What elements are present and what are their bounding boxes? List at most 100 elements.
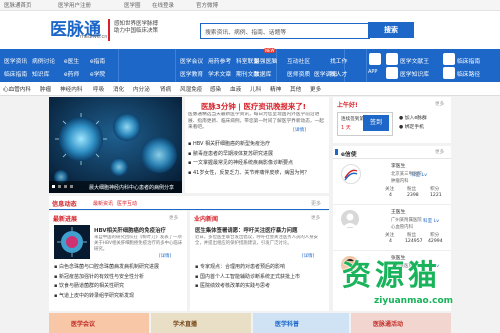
- nav-item-qualification[interactable]: 医师资质: [287, 69, 310, 78]
- search-button[interactable]: 搜索: [368, 22, 414, 38]
- latest-more-link[interactable]: 更多: [169, 215, 178, 221]
- bottom-banner[interactable]: 医学会议: [49, 313, 149, 333]
- search-input[interactable]: 搜索资讯、病例、指南、话题等: [200, 23, 370, 39]
- bottom-banner[interactable]: 医学科普: [253, 313, 349, 333]
- app-guide-icon[interactable]: [443, 53, 455, 65]
- nav-item-find-talent[interactable]: 找人才: [330, 69, 347, 78]
- hero-dot-2[interactable]: [58, 185, 61, 188]
- topbar-link-login[interactable]: 在线登录: [152, 1, 174, 9]
- nav-item-eguide[interactable]: e指南: [90, 56, 105, 65]
- nav-item-edoctor[interactable]: e医生: [64, 56, 79, 65]
- bind-phone-link[interactable]: ● 绑定手机: [399, 123, 427, 132]
- app-literature-icon[interactable]: [386, 53, 398, 65]
- latest-article-title[interactable]: HBV相关肝细胞癌的免疫治疗: [94, 226, 184, 234]
- latest-bullet-item[interactable]: ▪ 饮食与肠道菌群的相关性研究: [54, 282, 184, 292]
- industry-more-link[interactable]: 更多: [311, 215, 320, 221]
- latest-article-link[interactable]: [详情]: [159, 253, 171, 259]
- nav-item-database[interactable]: 数据库: [254, 69, 271, 78]
- cat-digestive[interactable]: 消化: [113, 85, 124, 93]
- hero-dot-3[interactable]: [64, 185, 67, 188]
- hero-dot-1[interactable]: [52, 185, 55, 188]
- cat-other[interactable]: 其他: [290, 85, 301, 93]
- cat-hematology[interactable]: 血液: [230, 85, 241, 93]
- nav-item-news[interactable]: 医学资讯: [4, 56, 27, 65]
- latest-bullet-item[interactable]: ▪ 气道上皮中的转录组学研究新发现: [54, 292, 184, 302]
- cat-neurology[interactable]: 神经内科: [60, 85, 82, 93]
- topbar-link-register[interactable]: 医学用户注册: [58, 1, 91, 9]
- hero-caption[interactable]: 晨大细胞神经内科中心患者的病例分享: [89, 184, 174, 191]
- industry-bullet-item[interactable]: ▪ 医院绩效考核改革的实践与思考: [195, 282, 325, 292]
- join-group-link[interactable]: ● 加入e脉群: [399, 114, 427, 123]
- feature-detail-link[interactable]: [详情]: [293, 127, 306, 133]
- topbar-link-home[interactable]: 医脉通首页: [4, 1, 32, 9]
- feature-bullet-item[interactable]: ▪ HBV 相关肝细胞癌的新型免疫治疗: [188, 140, 328, 150]
- latest-bullet-list: ▪ 白色念珠菌与口腔念珠菌病发病机制研究进展 ▪ 新冠疫苗加强针的有效性与安全性…: [54, 263, 184, 301]
- cat-infection[interactable]: 感染: [210, 85, 221, 93]
- tab-info-dynamics[interactable]: 信息动态: [52, 199, 77, 208]
- nav-item-clinical-guide[interactable]: 临床指南: [457, 56, 480, 65]
- nav-item-ecollege[interactable]: e学院: [90, 69, 105, 78]
- nav-item-education[interactable]: 医学教育: [180, 69, 203, 78]
- hero-slideshow[interactable]: 晨大细胞神经内科中心患者的病例分享: [49, 97, 182, 193]
- cat-nephrology[interactable]: 肾病: [160, 85, 171, 93]
- industry-article-title[interactable]: 医生集体签署请愿：呼吁关注医疗暴力问题: [195, 226, 325, 234]
- tab-latest-news[interactable]: 最新资讯: [93, 200, 113, 207]
- site-logo[interactable]: 医脉通 medlive.cn: [50, 15, 107, 40]
- latest-progress-title: 最新进展: [53, 216, 78, 223]
- nav-item-medical-kb[interactable]: 医学知识库: [400, 69, 429, 78]
- nav-group-jobs: 找工作 找人才: [326, 49, 367, 82]
- nav-item-epharm[interactable]: e药师: [64, 69, 79, 78]
- doctor-card[interactable]: 张医生 上海某医院 科室 Lv: [333, 251, 451, 311]
- nav-item-literature-king[interactable]: 医学文献王: [400, 56, 429, 65]
- feature-bullet-item[interactable]: ▪ 41岁女性，反复乏力、关节疼痛伴皮疹，病因为何？: [188, 169, 328, 179]
- doctor-name[interactable]: 王医生: [391, 208, 405, 215]
- cat-psychiatry[interactable]: 精神: [270, 85, 281, 93]
- edoctor-more-link[interactable]: 更多: [435, 149, 444, 155]
- signin-button[interactable]: 签到: [363, 115, 389, 131]
- cat-more[interactable]: 更多: [310, 85, 321, 93]
- nav-item-find-job[interactable]: 找工作: [330, 56, 347, 65]
- app-pathway-icon[interactable]: [443, 67, 455, 79]
- nav-item-dept-link[interactable]: 最强医脑: [254, 56, 277, 65]
- doctor-stat-label: 粉丝: [407, 233, 417, 238]
- doctor-card[interactable]: 王医生 科室 Lv 广州某附属医院 心血管内科 关注 粉丝 积分 4 12495…: [333, 205, 451, 251]
- doctor-stat-label: 关注: [385, 233, 395, 238]
- cat-endocrine[interactable]: 内分泌: [133, 85, 150, 93]
- feature-bullet-item[interactable]: ▪ 一文掌握最常见的神经系统疾病影像诊断要点: [188, 159, 328, 169]
- app-icon[interactable]: [369, 53, 381, 65]
- topbar-link-circle[interactable]: 医学圈: [124, 1, 141, 9]
- nav-item-knowledge[interactable]: 知识库: [32, 69, 49, 78]
- feature-bullet-item[interactable]: ▪ 脓毒症患者的早期液体复苏研究进展: [188, 150, 328, 160]
- tab-medical-interaction[interactable]: 医学互动: [117, 200, 137, 207]
- hero-dot-4[interactable]: [70, 185, 73, 188]
- main-navigation: 医学资讯 病例讨论 临床指南 知识库 e医生 e指南 e药师 e学院 医学会议 …: [0, 48, 500, 82]
- cat-cardiology[interactable]: 心血管内科: [3, 85, 31, 93]
- nav-item-meetings[interactable]: 医学会议: [180, 56, 203, 65]
- nav-item-cases[interactable]: 病例讨论: [32, 56, 55, 65]
- signin-more-link[interactable]: 更多: [435, 101, 444, 107]
- app-kb-icon[interactable]: [386, 67, 398, 79]
- industry-article-link[interactable]: [详情]: [302, 253, 314, 259]
- doctor-card[interactable]: 李医生 科室 Lv 北京某三甲医院 肿瘤内科 关注 粉丝 积分 4 2398 1…: [333, 159, 451, 205]
- industry-bullet-item[interactable]: ▪ 国内首个人工智能辅助诊断系统正式获批上市: [195, 273, 325, 283]
- bottom-banner[interactable]: 学术直播: [151, 313, 251, 333]
- nav-item-drugs[interactable]: 用药参考: [208, 56, 231, 65]
- doctor-name[interactable]: 李医生: [391, 162, 405, 169]
- topbar-link-weibo[interactable]: 官方微博: [196, 1, 218, 9]
- nav-item-community[interactable]: 互动社区: [287, 56, 310, 65]
- latest-article-thumbnail[interactable]: [54, 225, 90, 259]
- nav-item-articles[interactable]: 学术文章: [208, 69, 231, 78]
- cat-pediatrics[interactable]: 儿科: [250, 85, 261, 93]
- nav-item-clinical-pathway[interactable]: 临床路径: [457, 69, 480, 78]
- industry-bullet-item[interactable]: ▪ 专家观点：合理用药对患者预后的影响: [195, 263, 325, 273]
- latest-bullet-item[interactable]: ▪ 白色念珠菌与口腔念珠菌病发病机制研究进展: [54, 263, 184, 273]
- nav-item-guidelines[interactable]: 临床指南: [4, 69, 27, 78]
- cat-rheumatology[interactable]: 风湿免疫: [180, 85, 202, 93]
- cat-respiratory[interactable]: 呼吸: [93, 85, 104, 93]
- cat-oncology[interactable]: 肿瘤: [40, 85, 51, 93]
- bottom-banner[interactable]: 医脉通活动: [351, 313, 451, 333]
- feature-title[interactable]: 医脉3分钟 | 医疗资讯晚报来了!: [201, 101, 306, 112]
- doctor-name[interactable]: 张医生: [391, 254, 405, 261]
- info-more-link[interactable]: 更多: [311, 200, 321, 207]
- latest-bullet-item[interactable]: ▪ 新冠疫苗加强针的有效性与安全性分析: [54, 273, 184, 283]
